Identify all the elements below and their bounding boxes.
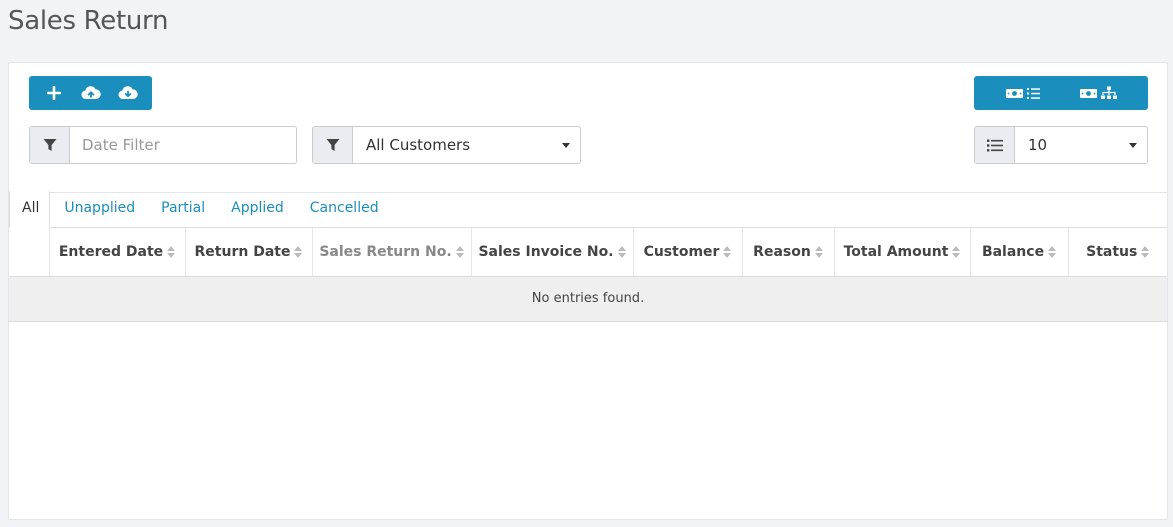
customer-filter-group: All Customers (312, 126, 581, 164)
download-button[interactable] (113, 76, 143, 110)
column-header-return-date[interactable]: Return Date (184, 228, 312, 277)
plus-icon (46, 86, 61, 100)
sort-icon (617, 245, 626, 258)
column-header-select (9, 228, 49, 277)
page-title: Sales Return (8, 6, 169, 36)
money-list-icon (1006, 88, 1040, 99)
per-page-group: 10 (974, 126, 1148, 164)
list-icon (986, 139, 1003, 151)
column-header-entered-date[interactable]: Entered Date (48, 228, 185, 277)
tab-cancelled[interactable]: Cancelled (296, 191, 393, 227)
payment-tree-button[interactable] (1079, 76, 1117, 110)
payment-list-button[interactable] (1005, 76, 1041, 110)
filter-icon (326, 139, 339, 151)
main-panel: All Customers 10 All Unapplied Partial A… (8, 62, 1168, 520)
sort-icon (814, 245, 823, 258)
column-header-reason[interactable]: Reason (741, 228, 834, 277)
per-page-select[interactable]: 10 (1015, 127, 1147, 163)
caret-down-icon (1129, 142, 1137, 148)
sort-icon (1048, 245, 1057, 258)
sort-icon (952, 245, 961, 258)
date-filter-input[interactable] (70, 127, 296, 163)
empty-table-message: No entries found. (9, 276, 1167, 322)
sort-icon (167, 245, 176, 258)
column-header-total-amount[interactable]: Total Amount (833, 228, 970, 277)
tab-all[interactable]: All (9, 191, 51, 228)
date-filter-addon (30, 127, 70, 163)
view-button-group (974, 76, 1148, 110)
cloud-download-icon (117, 86, 138, 100)
status-tabs: All Unapplied Partial Applied Cancelled (9, 191, 1167, 228)
sales-return-table: Entered Date Return Date Sales Return No… (9, 228, 1167, 322)
sort-icon (1141, 245, 1150, 258)
upload-button[interactable] (76, 76, 106, 110)
column-header-sales-return-no[interactable]: Sales Return No. (311, 228, 471, 277)
column-header-sales-invoice-no[interactable]: Sales Invoice No. (470, 228, 633, 277)
column-header-status[interactable]: Status (1067, 228, 1167, 277)
tab-unapplied[interactable]: Unapplied (50, 191, 149, 227)
date-filter-group (29, 126, 297, 164)
filter-icon (43, 139, 56, 151)
action-button-group (29, 76, 152, 110)
money-sitemap-icon (1080, 86, 1117, 99)
customer-filter-addon (313, 127, 353, 163)
caret-down-icon (562, 142, 570, 148)
cloud-upload-icon (80, 86, 101, 100)
sort-icon (294, 245, 303, 258)
sort-icon (455, 245, 464, 258)
table-row: No entries found. (9, 276, 1167, 322)
sort-icon (723, 245, 732, 258)
column-header-customer[interactable]: Customer (632, 228, 742, 277)
customer-select-value: All Customers (366, 136, 471, 154)
per-page-value: 10 (1028, 136, 1048, 154)
column-header-balance[interactable]: Balance (969, 228, 1068, 277)
add-button[interactable] (39, 76, 69, 110)
tab-partial[interactable]: Partial (147, 191, 219, 227)
per-page-addon (975, 127, 1015, 163)
customer-select[interactable]: All Customers (353, 127, 580, 163)
tab-applied[interactable]: Applied (217, 191, 298, 227)
table-header-row: Entered Date Return Date Sales Return No… (9, 228, 1167, 277)
